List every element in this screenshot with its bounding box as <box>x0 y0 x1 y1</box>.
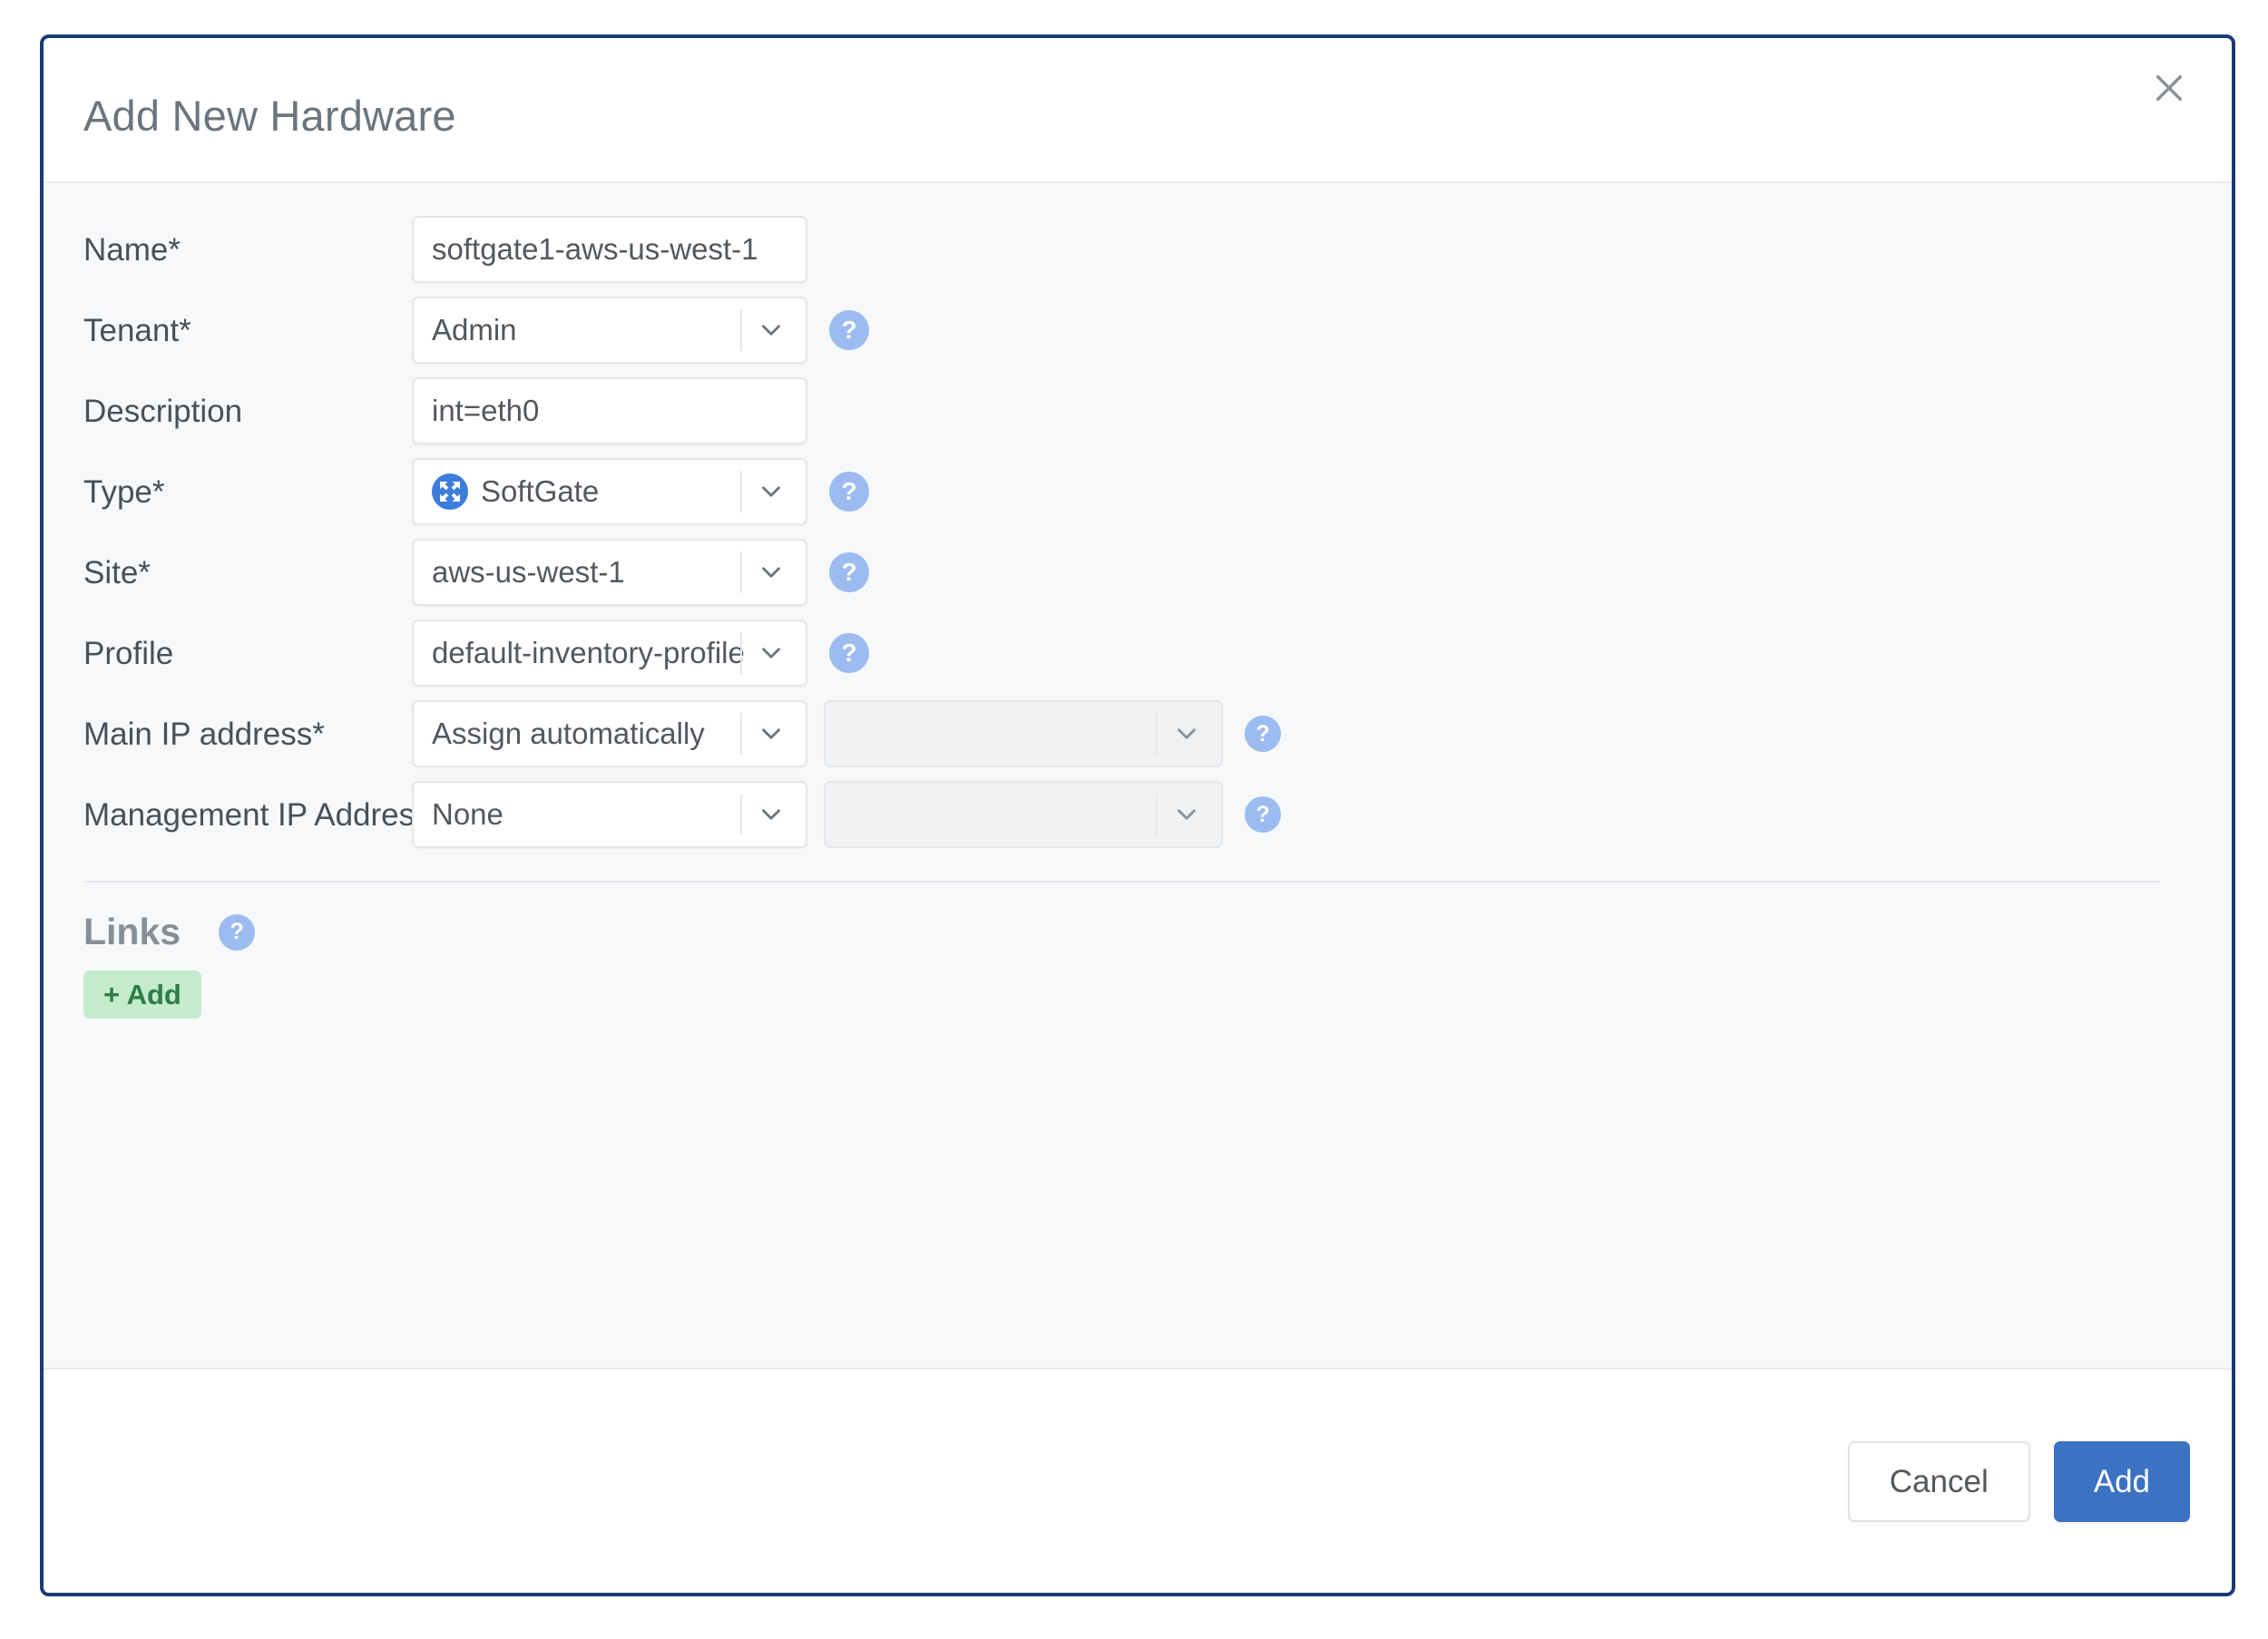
profile-select[interactable]: default-inventory-profile <box>412 620 807 687</box>
chevron-down-icon <box>751 621 791 685</box>
label-type: Type* <box>83 476 412 508</box>
label-tenant: Tenant* <box>83 315 412 346</box>
select-separator <box>1156 713 1158 755</box>
links-title: Links <box>83 913 181 951</box>
profile-select-value: default-inventory-profile <box>432 636 745 670</box>
main-ip-value-select <box>824 700 1223 767</box>
label-management-ip-address: Management IP Address* <box>83 799 412 831</box>
close-icon[interactable] <box>2139 58 2199 118</box>
select-separator <box>740 471 742 512</box>
select-separator <box>740 794 742 835</box>
add-new-hardware-dialog: Add New Hardware Name* softgate1-aws-us-… <box>40 34 2235 1596</box>
select-separator <box>740 551 742 593</box>
dialog-footer: Cancel Add <box>44 1368 2232 1593</box>
main-ip-help-icon[interactable]: ? <box>1245 716 1281 752</box>
management-ip-help-icon[interactable]: ? <box>1245 796 1281 833</box>
type-select-value-wrap: SoftGate <box>432 473 599 510</box>
type-help-icon[interactable]: ? <box>829 472 869 512</box>
label-description: Description <box>83 395 412 427</box>
main-ip-mode-select[interactable]: Assign automatically <box>412 700 807 767</box>
dialog-header: Add New Hardware <box>44 38 2232 183</box>
dialog-body: Name* softgate1-aws-us-west-1 Tenant* Ad… <box>44 183 2232 1368</box>
main-ip-mode-value: Assign automatically <box>432 717 705 751</box>
tenant-select-value: Admin <box>432 313 517 347</box>
site-select[interactable]: aws-us-west-1 <box>412 539 807 606</box>
links-header: Links ? <box>83 913 2192 951</box>
label-name: Name* <box>83 234 412 266</box>
select-separator <box>1156 794 1158 835</box>
description-input[interactable]: int=eth0 <box>412 377 807 444</box>
select-separator <box>740 632 742 674</box>
profile-help-icon[interactable]: ? <box>829 633 869 673</box>
form-row-site: Site* aws-us-west-1 ? <box>83 539 2192 606</box>
chevron-down-icon <box>751 702 791 766</box>
label-site: Site* <box>83 557 412 589</box>
tenant-help-icon[interactable]: ? <box>829 310 869 350</box>
type-select-value: SoftGate <box>481 474 599 509</box>
tenant-select[interactable]: Admin <box>412 297 807 364</box>
select-separator <box>740 713 742 755</box>
select-separator <box>740 309 742 351</box>
management-ip-value-select <box>824 781 1223 848</box>
form-row-main-ip-address: Main IP address* Assign automatically ? <box>83 700 2192 767</box>
chevron-down-icon <box>751 541 791 604</box>
type-select[interactable]: SoftGate <box>412 458 807 525</box>
name-input[interactable]: softgate1-aws-us-west-1 <box>412 216 807 283</box>
add-button[interactable]: Add <box>2054 1441 2190 1522</box>
form-row-management-ip-address: Management IP Address* None ? <box>83 781 2192 848</box>
chevron-down-icon <box>751 298 791 362</box>
form-row-profile: Profile default-inventory-profile ? <box>83 620 2192 687</box>
cancel-button[interactable]: Cancel <box>1848 1441 2030 1522</box>
form-row-name: Name* softgate1-aws-us-west-1 <box>83 216 2192 283</box>
management-ip-mode-value: None <box>432 797 503 832</box>
add-link-button[interactable]: + Add <box>83 971 201 1019</box>
form-row-description: Description int=eth0 <box>83 377 2192 444</box>
label-main-ip-address: Main IP address* <box>83 718 412 750</box>
links-help-icon[interactable]: ? <box>219 914 255 951</box>
management-ip-mode-select[interactable]: None <box>412 781 807 848</box>
site-select-value: aws-us-west-1 <box>432 555 625 590</box>
site-help-icon[interactable]: ? <box>829 552 869 592</box>
chevron-down-icon <box>751 460 791 523</box>
softgate-arrows-icon <box>432 473 468 510</box>
label-profile: Profile <box>83 638 412 669</box>
chevron-down-icon <box>1167 783 1207 846</box>
form-row-tenant: Tenant* Admin ? <box>83 297 2192 364</box>
dialog-title: Add New Hardware <box>83 91 456 141</box>
links-section: Links ? + Add <box>83 883 2192 1019</box>
chevron-down-icon <box>751 783 791 846</box>
form-row-type: Type* SoftGate <box>83 458 2192 525</box>
chevron-down-icon <box>1167 702 1207 766</box>
